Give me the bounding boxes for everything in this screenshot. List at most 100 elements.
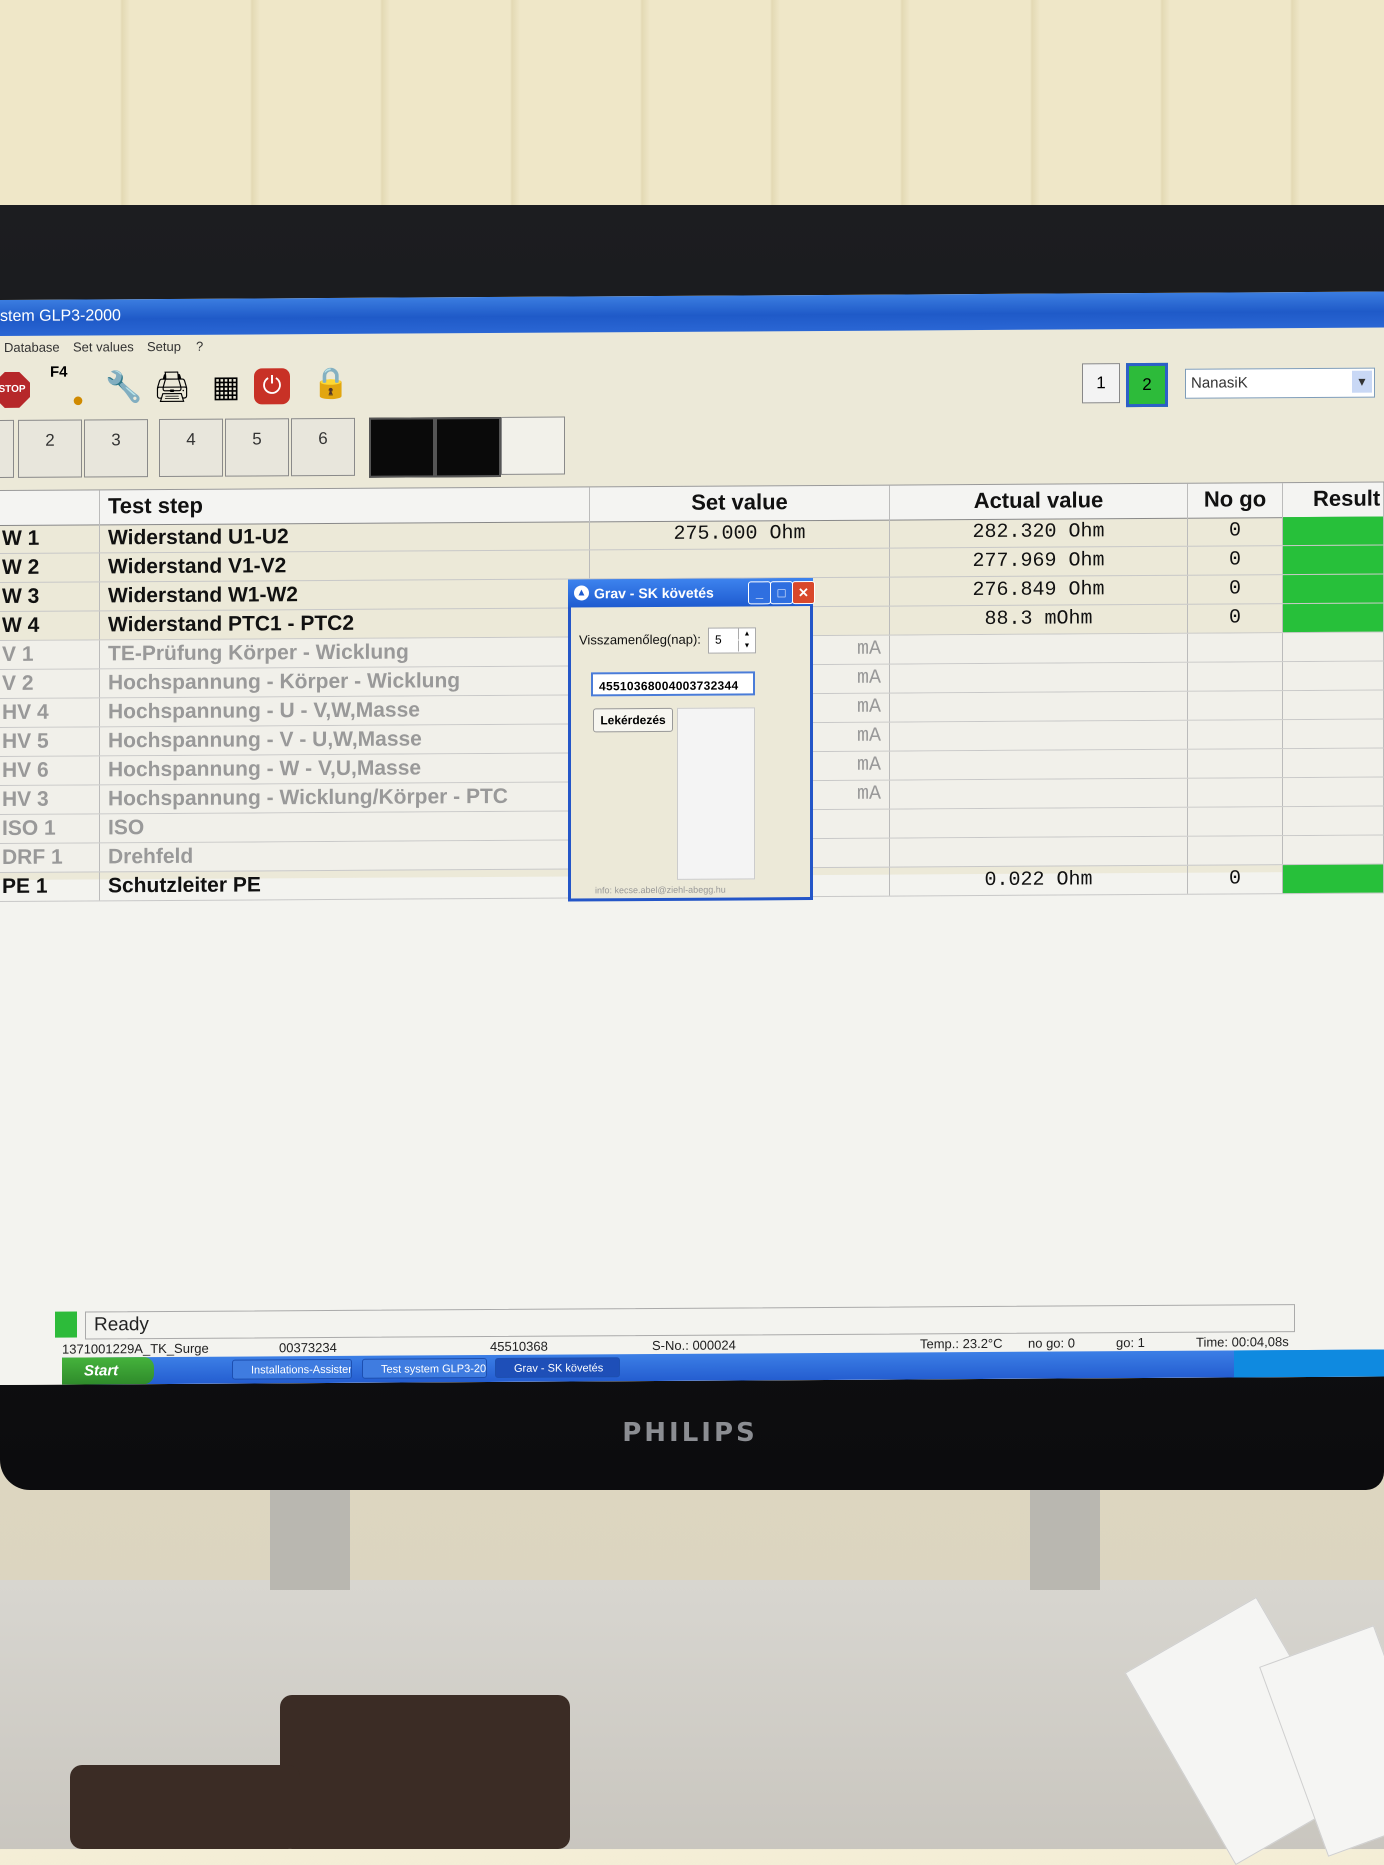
system-tray bbox=[1234, 1349, 1384, 1378]
row-no-go: 0 bbox=[1188, 517, 1283, 546]
row-id: PE 1 bbox=[0, 872, 100, 901]
row-actual-value: 276.849 Ohm bbox=[890, 575, 1188, 606]
minimize-icon[interactable]: _ bbox=[748, 581, 771, 605]
grid-icon[interactable]: ▦ bbox=[204, 366, 248, 408]
taskbar-item-test-system[interactable]: Test system GLP3-2000 bbox=[362, 1358, 487, 1379]
header-result: Result bbox=[1283, 482, 1384, 518]
row-no-go bbox=[1188, 662, 1283, 691]
row-actual-value bbox=[890, 778, 1188, 809]
menu-setup[interactable]: Setup bbox=[147, 339, 181, 354]
power-icon[interactable]: ⏻ bbox=[254, 368, 290, 405]
row-no-go: 0 bbox=[1188, 575, 1283, 604]
step-button-6[interactable]: 6 bbox=[291, 417, 355, 477]
row-result bbox=[1283, 777, 1384, 807]
menu-help[interactable]: ? bbox=[196, 339, 203, 354]
stepper-down-icon[interactable]: ▼ bbox=[738, 640, 755, 652]
taskbar-item-installer[interactable]: Installations-Assisten... bbox=[232, 1358, 352, 1380]
step-button-5[interactable]: 5 bbox=[225, 418, 289, 477]
header-actual-value: Actual value bbox=[890, 483, 1188, 520]
row-name: ISO bbox=[100, 811, 590, 843]
info-order: 00373234 bbox=[279, 1339, 337, 1356]
login-icon[interactable]: ● bbox=[56, 379, 100, 421]
row-id: DRF 1 bbox=[0, 843, 100, 872]
step-button-blank[interactable] bbox=[501, 416, 565, 475]
step-button-black-2[interactable] bbox=[435, 416, 501, 478]
days-stepper[interactable]: 5 ▲ ▼ bbox=[708, 627, 756, 654]
row-no-go bbox=[1188, 836, 1283, 865]
row-result bbox=[1283, 864, 1384, 894]
lock-icon[interactable]: 🔒 bbox=[312, 366, 349, 406]
chevron-down-icon[interactable]: ▼ bbox=[1352, 370, 1372, 393]
info-type: 1371001229A_TK_Surge bbox=[62, 1340, 209, 1357]
monitor-stand-left bbox=[270, 1480, 350, 1590]
stepper-up-icon[interactable]: ▲ bbox=[738, 628, 755, 640]
row-set-value: 275.000 Ohm bbox=[590, 519, 890, 550]
dialog-titlebar: ▲ Grav - SK követés _ □ ✕ bbox=[568, 578, 815, 608]
step-buttons-bar: 2 3 4 5 6 bbox=[0, 410, 1384, 480]
ie-settings-icon[interactable]: 🔧 bbox=[102, 367, 146, 409]
step-button-4[interactable]: 4 bbox=[159, 418, 223, 478]
row-id: ISO 1 bbox=[0, 814, 100, 843]
row-actual-value bbox=[890, 633, 1188, 664]
header-no-go: No go bbox=[1188, 483, 1283, 518]
row-id: V 2 bbox=[0, 669, 100, 698]
info-nogo: no go: 0 bbox=[1028, 1335, 1075, 1351]
f4-label[interactable]: F4 bbox=[50, 364, 68, 381]
row-actual-value bbox=[890, 836, 1188, 867]
panel-button-2[interactable]: 2 bbox=[1126, 362, 1168, 408]
dialog-title: Grav - SK követés bbox=[594, 584, 714, 602]
row-result bbox=[1283, 748, 1384, 778]
days-value: 5 bbox=[715, 632, 722, 647]
row-name: Widerstand U1-U2 bbox=[100, 521, 590, 553]
info-article: 45510368 bbox=[490, 1338, 548, 1355]
results-list[interactable] bbox=[677, 707, 755, 880]
row-result bbox=[1283, 835, 1384, 865]
row-no-go bbox=[1188, 749, 1283, 778]
query-button[interactable]: Lekérdezés bbox=[593, 707, 673, 733]
row-name: Schutzleiter PE bbox=[100, 869, 590, 901]
panel-button-1[interactable]: 1 bbox=[1082, 363, 1120, 404]
row-result bbox=[1283, 574, 1384, 604]
menu-set-values[interactable]: Set values bbox=[73, 339, 134, 354]
row-result bbox=[1283, 806, 1384, 836]
row-no-go bbox=[1188, 807, 1283, 836]
header-set-value: Set value bbox=[590, 485, 890, 522]
cloth-1 bbox=[280, 1695, 570, 1849]
serial-input[interactable]: 45510368004003732344 bbox=[591, 671, 755, 697]
row-no-go bbox=[1188, 720, 1283, 749]
row-id: W 3 bbox=[0, 582, 100, 611]
user-combo-value: NanasiK bbox=[1191, 374, 1248, 392]
start-button[interactable]: Start bbox=[62, 1357, 154, 1385]
row-result bbox=[1283, 719, 1384, 749]
row-actual-value bbox=[890, 720, 1188, 751]
close-icon[interactable]: ✕ bbox=[792, 581, 815, 605]
row-id: W 1 bbox=[0, 524, 100, 553]
row-actual-value bbox=[890, 662, 1188, 693]
step-button-2[interactable]: 2 bbox=[18, 419, 82, 478]
row-actual-value: 88.3 mOhm bbox=[890, 604, 1188, 635]
taskbar-item-grav[interactable]: Grav - SK követés bbox=[495, 1357, 620, 1378]
stop-icon[interactable]: STOP bbox=[0, 372, 30, 408]
row-id: HV 3 bbox=[0, 785, 100, 814]
row-no-go: 0 bbox=[1188, 865, 1283, 894]
printer-icon[interactable]: 🖨 bbox=[150, 367, 194, 409]
row-no-go: 0 bbox=[1188, 604, 1283, 633]
row-name: Hochspannung - Körper - Wicklung bbox=[100, 666, 590, 698]
row-id: HV 5 bbox=[0, 727, 100, 756]
user-combo[interactable]: NanasiK ▼ bbox=[1185, 367, 1375, 399]
grav-dialog: ▲ Grav - SK követés _ □ ✕ Visszamenőleg(… bbox=[568, 578, 815, 902]
status-led bbox=[55, 1311, 77, 1338]
row-name: Widerstand V1-V2 bbox=[100, 550, 590, 582]
step-button-1[interactable] bbox=[0, 419, 14, 479]
row-result bbox=[1283, 603, 1384, 633]
row-name: Widerstand PTC1 - PTC2 bbox=[100, 608, 590, 640]
info-go: go: 1 bbox=[1116, 1335, 1145, 1351]
menu-database[interactable]: Database bbox=[4, 340, 60, 355]
row-actual-value bbox=[890, 691, 1188, 722]
step-button-black-1[interactable] bbox=[369, 417, 435, 478]
dialog-info: info: kecse.abel@ziehl-abegg.hu bbox=[595, 884, 726, 896]
maximize-icon[interactable]: □ bbox=[770, 581, 793, 605]
row-no-go: 0 bbox=[1188, 546, 1283, 575]
screen: stem GLP3-2000 Database Set values Setup… bbox=[0, 291, 1384, 1385]
step-button-3[interactable]: 3 bbox=[84, 419, 148, 478]
